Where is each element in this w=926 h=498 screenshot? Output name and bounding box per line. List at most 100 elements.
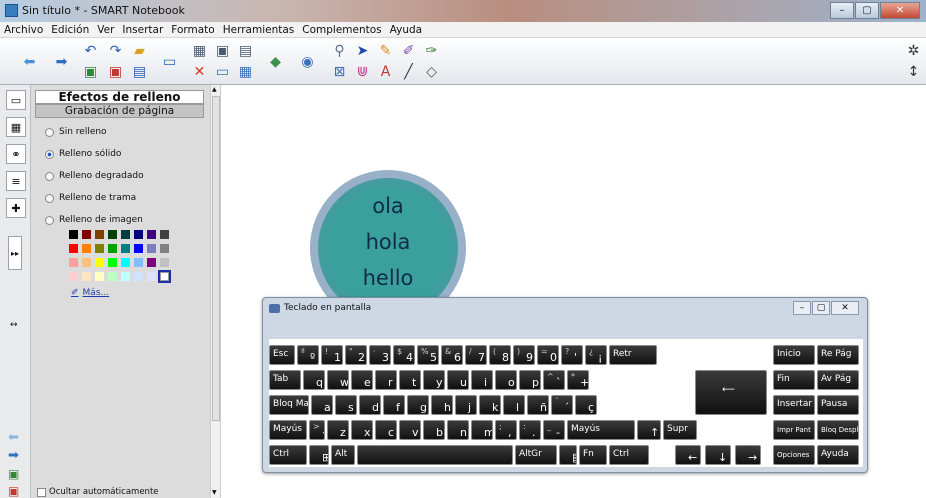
menu-edicion[interactable]: Edición [51,22,89,37]
delete-page-icon[interactable]: ▣ [106,62,125,81]
key-char[interactable]: & 6 [441,345,463,365]
color-swatch[interactable] [95,258,104,267]
key-supr[interactable]: Supr [663,420,697,440]
color-swatch[interactable] [108,230,117,239]
key-char[interactable]: ªº [297,345,319,365]
key-char[interactable]: b [423,420,445,440]
fill-option-solid[interactable]: Relleno sólido [45,149,121,159]
radio-none[interactable] [45,127,54,137]
color-swatch[interactable] [147,258,156,267]
key-fin[interactable]: Fin [773,370,815,390]
key-char[interactable]: u [447,370,469,390]
line-icon[interactable]: ╱ [399,62,418,81]
key-char[interactable]: → [735,445,761,465]
minimize-button[interactable]: – [830,2,854,19]
screen-capture-icon[interactable]: ▣ [213,41,232,60]
key-enter[interactable]: ⟵ [695,370,767,415]
color-swatch[interactable] [108,258,117,267]
key-alt[interactable]: Alt [331,445,355,465]
key-retr[interactable]: Retr [609,345,657,365]
gallery-icon[interactable]: ▦ [6,117,26,137]
key-char[interactable]: /7 [465,345,487,365]
menu-formato[interactable]: Formato [171,22,214,37]
key-fn[interactable]: Fn [579,445,607,465]
menu-ver[interactable]: Ver [97,22,114,37]
color-swatch[interactable] [69,244,78,253]
key-char[interactable]: ;, [495,420,517,440]
scroll-up-icon[interactable]: ▲ [212,86,217,93]
color-swatch[interactable] [82,272,91,281]
screen-shade-icon[interactable]: ▭ [213,62,232,81]
key-ayuda[interactable]: Ayuda [817,445,859,465]
key-insertar[interactable]: Insertar [773,395,815,415]
redo-icon[interactable]: ↷ [106,41,125,60]
key-char[interactable]: ) 9 [513,345,535,365]
color-swatch[interactable] [134,244,143,253]
key-char[interactable]: x [351,420,373,440]
key-altgr[interactable]: AltGr [515,445,557,465]
color-swatch[interactable] [134,272,143,281]
save-icon[interactable]: ▤ [130,62,149,81]
more-colors-link[interactable]: ✐ Más... [71,288,109,298]
color-swatch[interactable] [82,230,91,239]
key-char[interactable]: _ - [543,420,565,440]
key-char[interactable]: i [471,370,493,390]
fill-option-image[interactable]: Relleno de imagen [45,215,143,225]
menu-archivo[interactable]: Archivo [4,22,43,37]
undo-icon[interactable]: ↶ [81,41,100,60]
move-toolbar-icon[interactable]: ↕ [904,62,923,81]
next-page-icon[interactable]: ➡ [8,448,19,463]
key-char[interactable]: ? ' [561,345,583,365]
color-swatch[interactable] [95,272,104,281]
key-char[interactable]: · 3 [369,345,391,365]
color-swatch[interactable] [82,244,91,253]
color-swatch[interactable] [69,230,78,239]
close-button[interactable]: ✕ [880,2,920,19]
delete-page-side-icon[interactable]: ▣ [8,484,19,498]
key-char[interactable]: ▤ [559,445,577,465]
autohide-box[interactable] [37,487,46,497]
scroll-down-icon[interactable]: ▼ [212,489,217,496]
color-swatch[interactable] [160,230,169,239]
key-char[interactable]: z [327,420,349,440]
key-char[interactable]: * + [567,370,589,390]
open-folder-icon[interactable]: ▰ [130,41,149,60]
key-char[interactable]: :. [519,420,541,440]
key-char[interactable]: ¿ ¡ [585,345,607,365]
panel-scrollbar[interactable]: ▲ ▼ [210,85,221,498]
magic-pen-icon[interactable]: ✑ [422,41,441,60]
menu-ayuda[interactable]: Ayuda [390,22,422,37]
key-char[interactable]: h [431,395,453,415]
key-char[interactable]: w [327,370,349,390]
color-swatch[interactable] [95,244,104,253]
key-char[interactable]: n [447,420,469,440]
zoom-icon[interactable]: ⚲ [330,41,349,60]
color-swatch[interactable] [158,270,171,283]
color-swatch[interactable] [95,230,104,239]
delete-icon[interactable]: ✕ [190,62,209,81]
table-icon[interactable]: ▦ [236,62,255,81]
color-swatch[interactable] [134,258,143,267]
key-char[interactable]: >< [309,420,325,440]
key-char[interactable]: ^ ` [543,370,565,390]
scroll-thumb[interactable] [212,96,220,421]
key-char[interactable]: g [407,395,429,415]
key-char[interactable]: = 0 [537,345,559,365]
key-inicio[interactable]: Inicio [773,345,815,365]
key-impr-pant[interactable]: Impr Pant [773,420,815,440]
key-char[interactable]: v [399,420,421,440]
key-char[interactable]: ñ [527,395,549,415]
color-swatch[interactable] [134,230,143,239]
key-tab[interactable]: Tab [269,370,301,390]
eraser-icon[interactable]: ◇ [422,62,441,81]
prev-page-icon[interactable]: ⬅ [8,430,19,445]
key-char[interactable]: ¨ ´ [551,395,573,415]
key-char[interactable]: a [311,395,333,415]
key-char[interactable]: l [503,395,525,415]
key-char[interactable]: k [479,395,501,415]
measurement-tools-icon[interactable]: ◉ [298,52,317,71]
radio-gradient[interactable] [45,171,54,181]
key-char[interactable]: q [303,370,325,390]
key-char[interactable]: ← [675,445,701,465]
key-bloq-may[interactable]: Bloq May [269,395,309,415]
